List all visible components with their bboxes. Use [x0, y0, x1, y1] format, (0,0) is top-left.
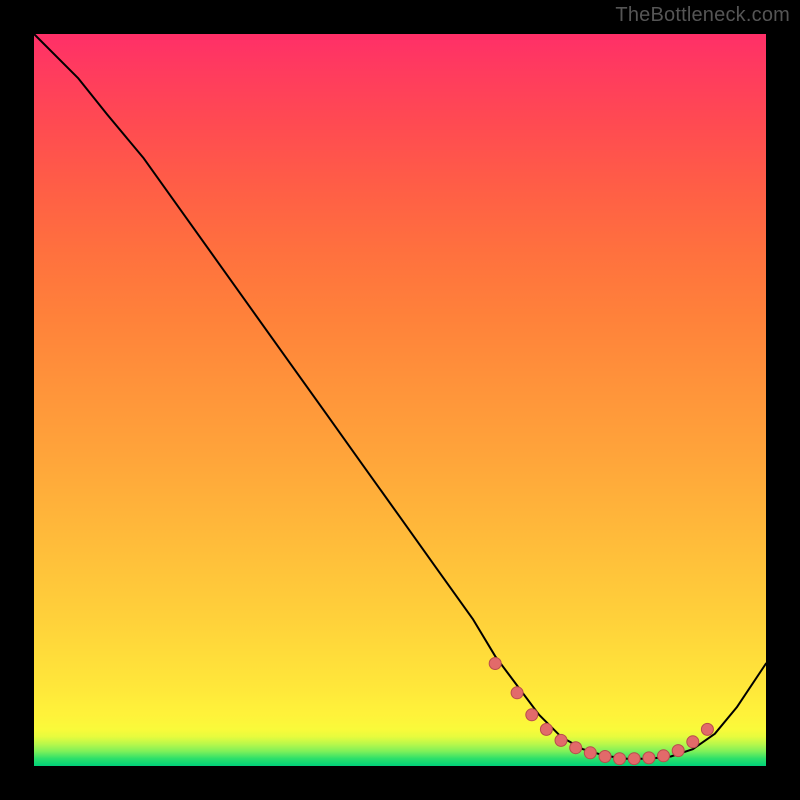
marker-dot	[687, 736, 699, 748]
marker-dot	[540, 723, 552, 735]
marker-dot	[701, 723, 713, 735]
curve-layer	[34, 34, 766, 766]
bottleneck-curve	[34, 34, 766, 759]
marker-dot	[672, 745, 684, 757]
marker-dot	[584, 747, 596, 759]
marker-dot	[555, 734, 567, 746]
marker-dots	[489, 658, 713, 765]
marker-dot	[511, 687, 523, 699]
chart-frame: TheBottleneck.com	[0, 0, 800, 800]
marker-dot	[526, 709, 538, 721]
marker-dot	[628, 753, 640, 765]
marker-dot	[614, 753, 626, 765]
marker-dot	[599, 751, 611, 763]
marker-dot	[489, 658, 501, 670]
marker-dot	[658, 750, 670, 762]
plot-area	[34, 34, 766, 766]
marker-dot	[570, 742, 582, 754]
marker-dot	[643, 752, 655, 764]
watermark-text: TheBottleneck.com	[615, 4, 790, 27]
